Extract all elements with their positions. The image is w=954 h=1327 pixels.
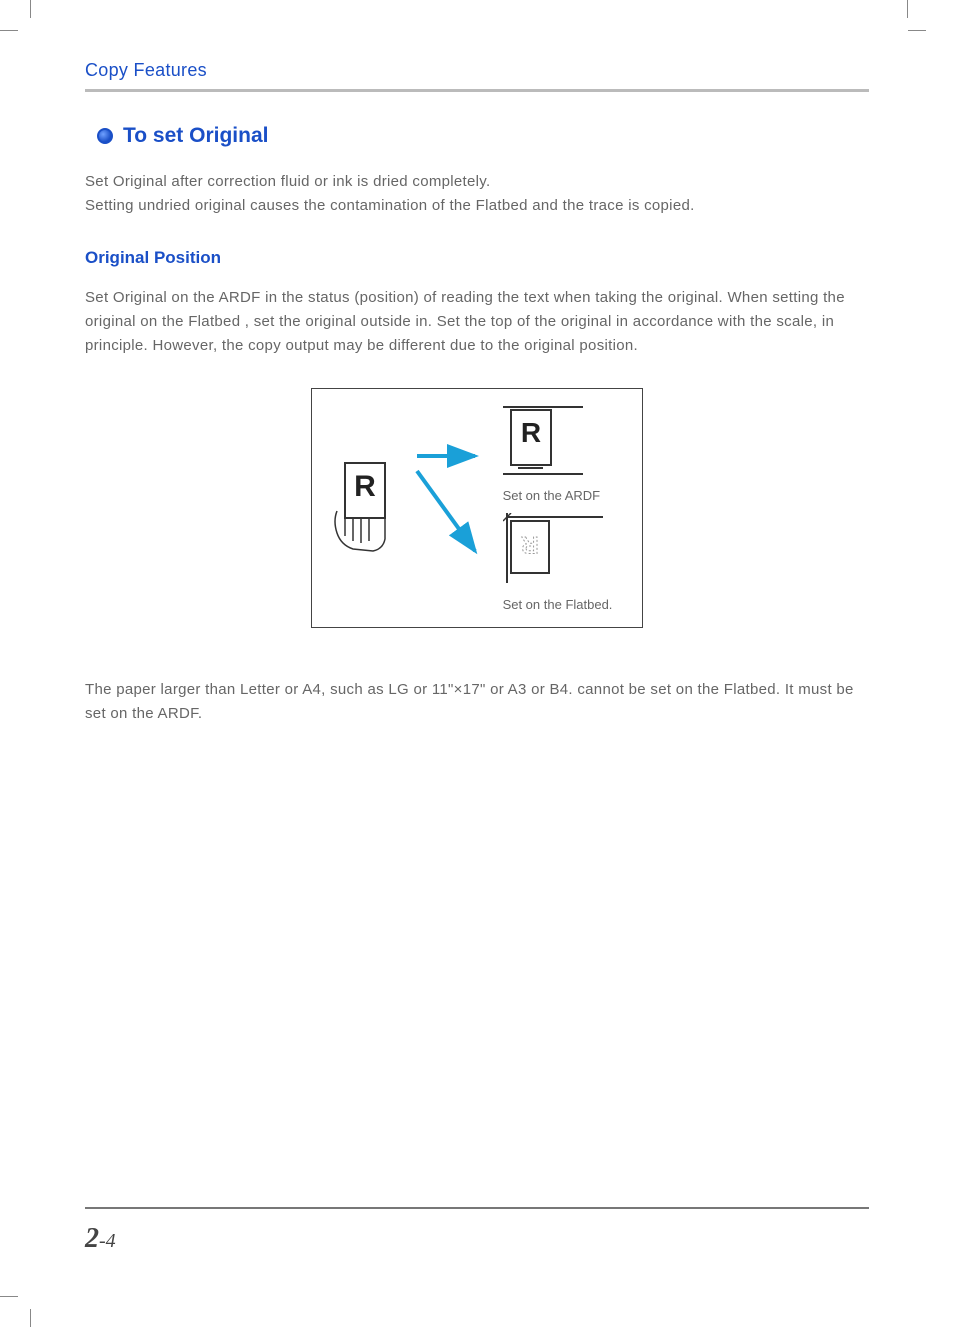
- letter-r: R: [354, 470, 376, 503]
- ardf-block: R Set on the ARDF: [503, 404, 613, 503]
- section-intro: Set Original after correction fluid or i…: [85, 170, 869, 218]
- diagram-arrows: [415, 426, 485, 591]
- svg-text:R: R: [520, 417, 540, 448]
- diagram-right: R Set on the ARDF R Set on the Flatbed.: [503, 404, 613, 612]
- ardf-icon: R: [503, 404, 593, 479]
- chapter-title: Copy Features: [85, 60, 869, 81]
- page-number: 2-4: [85, 1223, 116, 1255]
- title-rule: [85, 89, 869, 92]
- hand-page-icon: R: [327, 461, 397, 556]
- flatbed-caption: Set on the Flatbed.: [503, 597, 613, 612]
- page-sep: -: [99, 1230, 106, 1252]
- arrows-icon: [415, 426, 485, 586]
- diagram: R: [311, 388, 644, 628]
- section-heading: To set Original: [97, 124, 869, 148]
- diagram-wrap: R: [85, 388, 869, 628]
- footer-rule: [85, 1207, 869, 1209]
- page-content: Copy Features To set Original Set Origin…: [0, 0, 954, 1327]
- svg-text:R: R: [521, 531, 538, 558]
- section-title: To set Original: [123, 124, 268, 148]
- ardf-caption: Set on the ARDF: [503, 488, 613, 503]
- page-subnum: 4: [106, 1230, 116, 1252]
- subsection-note: The paper larger than Letter or A4, such…: [85, 678, 869, 726]
- flatbed-block: R Set on the Flatbed.: [503, 513, 613, 612]
- chapter-num: 2: [85, 1223, 99, 1254]
- diagram-left: R: [327, 461, 397, 556]
- subsection-body: Set Original on the ARDF in the status (…: [85, 286, 869, 358]
- subsection-title: Original Position: [85, 248, 869, 268]
- bullet-icon: [97, 128, 113, 144]
- flatbed-icon: R: [503, 513, 603, 588]
